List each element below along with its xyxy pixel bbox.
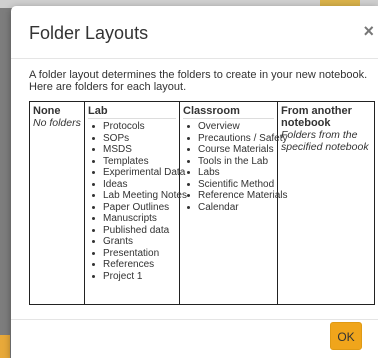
folder-list-item: Grants — [92, 236, 176, 248]
folder-list: Protocols SOPs MSDS Templates Experimental D… — [88, 121, 187, 283]
folder-list-item: Paper Outlines — [92, 202, 176, 214]
folder-list: Overview Precautions / Safety Course Mater… — [183, 121, 288, 214]
folder-list-item: Experimental Data — [92, 167, 186, 178]
dialog-footer-divider — [11, 319, 378, 320]
folder-list-item: Published data — [92, 225, 176, 237]
folder-list-item: MSDS — [92, 144, 176, 156]
column-description: No folders — [33, 117, 81, 129]
dialog-intro: A folder layout determines the folders t… — [29, 69, 368, 93]
column-header: Lab — [88, 105, 176, 119]
folder-list-item: Project 1 — [92, 271, 176, 283]
folder-list-item: Tools in the Lab — [187, 156, 274, 168]
folder-list-item: Manuscripts — [92, 213, 176, 225]
folder-list-item: Calendar — [187, 202, 274, 214]
folder-list-item: Precautions / Safety — [187, 132, 288, 144]
folder-list-item: Templates — [92, 156, 176, 168]
dialog-title: Folder Layouts — [29, 23, 149, 43]
layout-column-another-notebook: From another notebook Folders from the s… — [277, 101, 375, 305]
column-header: None — [33, 105, 61, 117]
folder-list-item: Course Materials — [187, 144, 274, 155]
layout-column-lab: Lab Protocols SOPs MSDS Templates Experiment… — [84, 101, 187, 305]
close-icon[interactable]: × — [363, 22, 374, 40]
ok-button[interactable]: OK — [330, 322, 362, 350]
folder-list-item: Presentation — [92, 248, 176, 260]
column-description: Folders from the specified notebook — [281, 129, 369, 153]
folder-list-item: Scientific Method — [187, 178, 275, 190]
layout-column-none: None No folders — [29, 101, 85, 305]
folder-list-item: Ideas — [92, 179, 176, 191]
folder-list-item: SOPs — [92, 133, 176, 145]
folder-list-item: Lab Meeting Notes — [92, 190, 187, 201]
folder-list-item: Overview — [187, 121, 274, 133]
column-header: From another notebook — [281, 105, 352, 129]
folder-list-item: Protocols — [92, 121, 176, 133]
dialog-header: Folder Layouts × — [11, 6, 378, 59]
background-accent — [0, 335, 10, 358]
layout-column-classroom: Classroom Overview Precautions / Safety Co… — [179, 101, 288, 305]
folder-list-item: Reference Materials — [187, 190, 288, 201]
column-header: Classroom — [183, 105, 274, 119]
folder-list-item: References — [92, 259, 176, 271]
folder-layouts-dialog: Folder Layouts × A folder layout determi… — [11, 6, 378, 358]
layouts-table: None No folders Lab Protocols SOPs MSDS Tem… — [29, 101, 375, 305]
folder-list-item: Labs — [187, 167, 274, 179]
